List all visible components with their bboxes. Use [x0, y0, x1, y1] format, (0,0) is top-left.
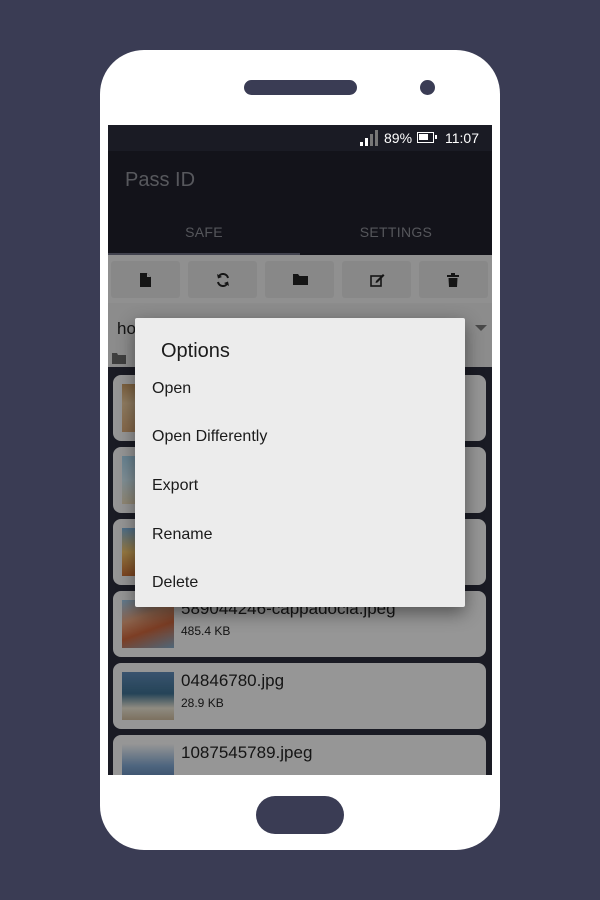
battery-icon: [417, 132, 437, 143]
phone-frame: 89% 11:07 Pass ID SAFE SETTINGS ho 58904…: [100, 50, 500, 850]
status-time: 11:07: [445, 130, 479, 146]
option-open[interactable]: Open: [152, 369, 452, 409]
screen: 89% 11:07 Pass ID SAFE SETTINGS ho 58904…: [108, 125, 492, 775]
phone-camera: [420, 80, 435, 95]
dialog-title: Options: [161, 340, 230, 362]
option-export[interactable]: Export: [152, 466, 452, 506]
battery-percentage: 89%: [384, 130, 413, 146]
status-bar: 89% 11:07: [108, 125, 492, 151]
options-dialog: Options Open Open Differently Export Ren…: [135, 318, 465, 607]
phone-speaker: [244, 80, 357, 95]
option-rename[interactable]: Rename: [152, 515, 452, 555]
option-open-differently[interactable]: Open Differently: [152, 417, 452, 457]
home-button[interactable]: [256, 796, 344, 834]
signal-icon: [360, 130, 378, 146]
option-delete[interactable]: Delete: [152, 563, 452, 603]
